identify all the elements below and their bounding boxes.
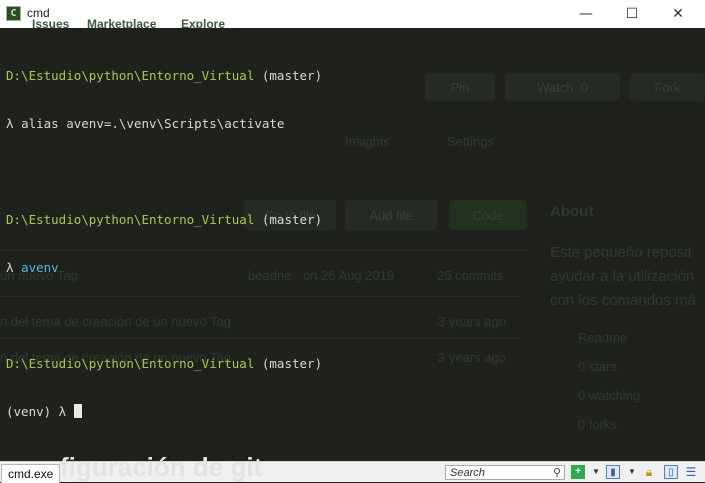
terminal-line-command: λ avenv: [6, 260, 322, 276]
ghost-watch-button: Watch 0: [505, 73, 620, 101]
ghost-file-row-2-age: 3 years ago: [438, 350, 506, 365]
search-icon[interactable]: ⚲: [553, 466, 561, 481]
split-view-icon[interactable]: ▮: [606, 465, 620, 479]
ghost-fork-button: Fork: [630, 73, 705, 101]
minimize-button[interactable]: —: [563, 0, 609, 28]
cmder-app-icon: C: [6, 6, 21, 21]
terminal-line-path: D:\Estudio\python\Entorno_Virtual (maste…: [6, 68, 322, 84]
layout-icon[interactable]: ▯: [664, 465, 678, 479]
add-tab-icon[interactable]: +: [571, 465, 585, 479]
ghost-about-forks: 0 forks: [578, 417, 618, 432]
venv-prompt: (venv) λ: [6, 404, 74, 419]
git-branch: (master): [254, 68, 323, 83]
maximize-button[interactable]: ☐: [609, 0, 655, 28]
ghost-code-label: Code: [472, 207, 504, 223]
terminal-line-prompt[interactable]: (venv) λ: [6, 404, 322, 420]
ghost-about-readme: Readme: [578, 330, 628, 345]
menu-icon[interactable]: ☰: [684, 465, 698, 479]
terminal-line-command: λ alias avenv=.\venv\Scripts\activate: [6, 116, 322, 132]
terminal-output: D:\Estudio\python\Entorno_Virtual (maste…: [6, 36, 322, 452]
ghost-code-button: Code: [449, 200, 527, 230]
search-input[interactable]: Search ⚲: [445, 465, 565, 480]
terminal-line-path: D:\Estudio\python\Entorno_Virtual (maste…: [6, 356, 322, 372]
ghost-watch-count: 0: [580, 79, 588, 95]
window-titlebar: C cmd Issues Marketplace Explore — ☐ ✕: [0, 0, 705, 31]
ghost-about-title: About: [550, 203, 594, 220]
ghost-pin-label: Pin: [450, 79, 470, 95]
git-branch: (master): [254, 212, 323, 227]
ghost-tab-settings: Settings: [447, 134, 494, 149]
text-cursor: [73, 404, 82, 418]
search-placeholder: Search: [450, 467, 485, 479]
ghost-watch-label: Watch: [537, 79, 574, 95]
ghost-heading: figuración de git: [60, 452, 263, 482]
ghost-about-line-2: ayudar a la utilización: [550, 268, 695, 285]
ghost-pin-button: Pin: [425, 73, 495, 101]
terminal-area[interactable]: Pin Watch 0 Fork Insights Settings Go to…: [0, 28, 705, 461]
ghost-about-stars: 0 stars: [578, 359, 618, 374]
ghost-add-file-label: Add file: [369, 207, 413, 223]
dropdown-icon[interactable]: ▼: [625, 465, 639, 479]
prompt-lambda: λ: [6, 260, 22, 275]
cwd-path: D:\Estudio\python\Entorno_Virtual: [6, 212, 255, 227]
ghost-tab-insights: Insights: [345, 134, 390, 149]
ghost-about-line-3: con los comandos má: [550, 292, 696, 309]
statusbar: figuración de git cmd.exe Search ⚲ + ▼ ▮…: [0, 452, 705, 483]
git-branch: (master): [254, 356, 323, 371]
console-tab[interactable]: cmd.exe: [1, 464, 61, 483]
ghost-file-row-1-age: 3 years ago: [438, 314, 506, 329]
lock-icon[interactable]: 🔒︎: [642, 465, 656, 479]
cwd-path: D:\Estudio\python\Entorno_Virtual: [6, 356, 255, 371]
ghost-about-watching: 0 watching: [578, 388, 641, 403]
ghost-add-file-button: Add file: [345, 200, 437, 230]
dropdown-icon[interactable]: ▼: [589, 465, 603, 479]
cwd-path: D:\Estudio\python\Entorno_Virtual: [6, 68, 255, 83]
command-text: alias avenv=.\venv\Scripts\activate: [21, 116, 285, 131]
terminal-line-path: D:\Estudio\python\Entorno_Virtual (maste…: [6, 212, 322, 228]
prompt-lambda: λ: [6, 116, 22, 131]
ghost-fork-label: Fork: [654, 79, 681, 95]
close-button[interactable]: ✕: [655, 0, 701, 28]
ghost-commit-count: 25 commits: [437, 268, 504, 283]
ghost-about-line-1: Este pequeño reposit: [550, 244, 692, 261]
alias-command-text: avenv: [21, 260, 59, 275]
